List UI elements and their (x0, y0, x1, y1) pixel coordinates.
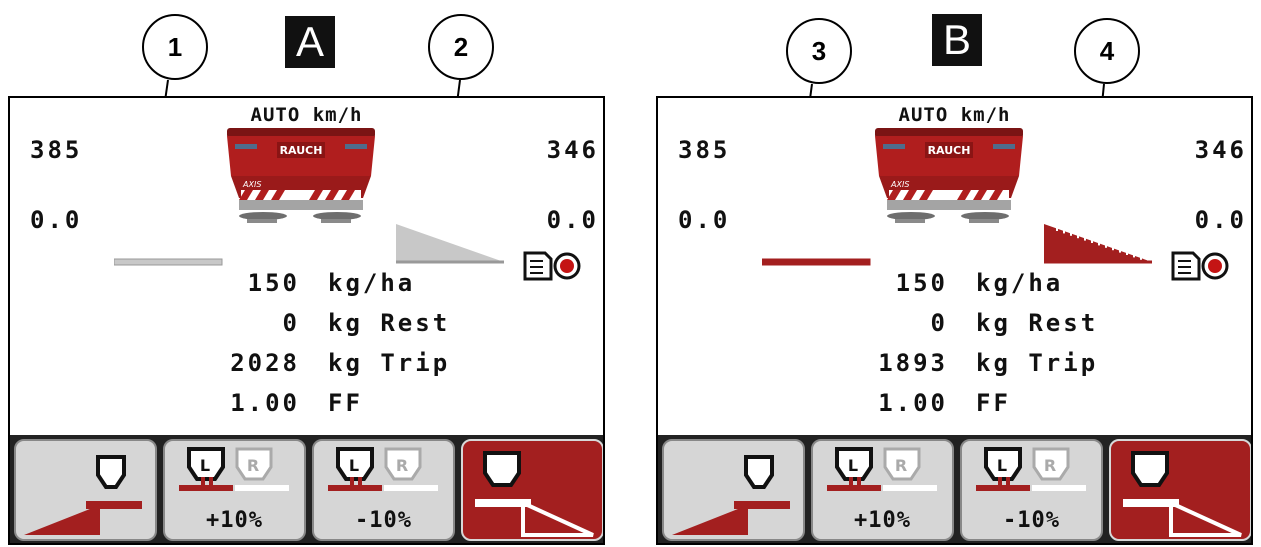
left-top-value: 385 (30, 136, 83, 164)
button-label: -10% (355, 508, 412, 533)
svg-text:L: L (200, 456, 210, 475)
brand-logo: RAUCH (280, 144, 323, 157)
spreader-illustration: RAUCH AXIS (875, 128, 1023, 223)
decrease-10-button[interactable]: L R -10% (960, 439, 1103, 541)
value-row: 150 (895, 269, 948, 297)
unit-row: kg/ha (976, 269, 1064, 297)
button-label: -10% (1003, 508, 1060, 533)
unit-row: kg Rest (328, 309, 451, 337)
svg-text:R: R (396, 456, 408, 475)
unit-row: kg Trip (328, 349, 451, 377)
model-logo: AXIS (890, 180, 909, 189)
increase-10-button[interactable]: L R +10% (811, 439, 954, 541)
spread-right-icon (1123, 451, 1242, 537)
value-row: 2028 (230, 349, 300, 377)
function-key-bar: L R +10% L R -10% (10, 435, 603, 543)
button-label: +10% (854, 508, 911, 533)
left-right-hopper-icon: L R (827, 447, 937, 491)
callout-4: 4 (1074, 18, 1140, 84)
spreader-frame (239, 200, 363, 210)
callout-2: 2 (428, 14, 494, 80)
unit-row: kg/ha (328, 269, 416, 297)
panel-label-b: B (932, 14, 982, 66)
left-top-value: 385 (678, 136, 731, 164)
svg-text:L: L (997, 456, 1007, 475)
hopper-left-window (883, 144, 905, 149)
recording-icon (1171, 251, 1229, 281)
spread-right-button[interactable] (461, 439, 603, 541)
right-disc (961, 212, 1009, 220)
spreader-frame (887, 200, 1011, 210)
right-top-value: 346 (1194, 136, 1247, 164)
panel-label-a: A (285, 16, 335, 68)
left-right-hopper-icon: L R (179, 447, 289, 491)
svg-text:L: L (848, 456, 858, 475)
right-mid-value: 0.0 (546, 206, 599, 234)
value-row: 1.00 (878, 389, 948, 417)
right-spread-indicator (1044, 224, 1152, 264)
terminal-screen: AUTO km/h RAUCH AXIS 385 346 0.0 0.0 150… (8, 96, 605, 545)
unit-row: kg Rest (976, 309, 1099, 337)
value-row: 150 (247, 269, 300, 297)
brand-logo: RAUCH (928, 144, 971, 157)
svg-text:L: L (349, 456, 359, 475)
spreader-graphic: RAUCH AXIS (223, 124, 379, 238)
spread-left-button[interactable] (662, 439, 805, 541)
svg-text:R: R (895, 456, 907, 475)
callout-1: 1 (142, 14, 208, 80)
mode-label: AUTO km/h (898, 104, 1011, 126)
unit-row: FF (328, 389, 363, 417)
unit-row: FF (976, 389, 1011, 417)
spread-left-button[interactable] (14, 439, 157, 541)
value-row: 0 (930, 309, 948, 337)
left-mid-value: 0.0 (30, 206, 83, 234)
unit-row: kg Trip (976, 349, 1099, 377)
spreader-graphic: RAUCH AXIS (871, 124, 1027, 238)
terminal-screen: AUTO km/h RAUCH AXIS 385 346 0.0 0.0 150… (656, 96, 1253, 545)
hopper-right-window (993, 144, 1015, 149)
right-mid-value: 0.0 (1194, 206, 1247, 234)
recording-icon (523, 251, 581, 281)
spread-left-icon (672, 455, 790, 535)
spread-right-button[interactable] (1109, 439, 1251, 541)
right-disc (313, 212, 361, 220)
left-disc (239, 212, 287, 220)
right-spread-indicator (396, 224, 504, 264)
value-row: 1893 (878, 349, 948, 377)
left-spread-indicator (114, 258, 223, 266)
left-right-hopper-icon: L R (328, 447, 438, 491)
right-top-value: 346 (546, 136, 599, 164)
mode-label: AUTO km/h (250, 104, 363, 126)
spread-left-icon (24, 455, 142, 535)
function-key-bar: L R +10% L R -10% (658, 435, 1251, 543)
decrease-10-button[interactable]: L R -10% (312, 439, 455, 541)
left-right-hopper-icon: L R (976, 447, 1086, 491)
hopper-right-window (345, 144, 367, 149)
increase-10-button[interactable]: L R +10% (163, 439, 306, 541)
left-mid-value: 0.0 (678, 206, 731, 234)
spread-right-icon (475, 451, 594, 537)
left-disc (887, 212, 935, 220)
model-logo: AXIS (242, 180, 261, 189)
svg-text:R: R (247, 456, 259, 475)
left-spread-indicator (762, 258, 871, 266)
svg-text:R: R (1044, 456, 1056, 475)
spreader-illustration: RAUCH AXIS (227, 128, 375, 223)
button-label: +10% (206, 508, 263, 533)
value-row: 1.00 (230, 389, 300, 417)
callout-3: 3 (786, 18, 852, 84)
value-row: 0 (282, 309, 300, 337)
hopper-left-window (235, 144, 257, 149)
